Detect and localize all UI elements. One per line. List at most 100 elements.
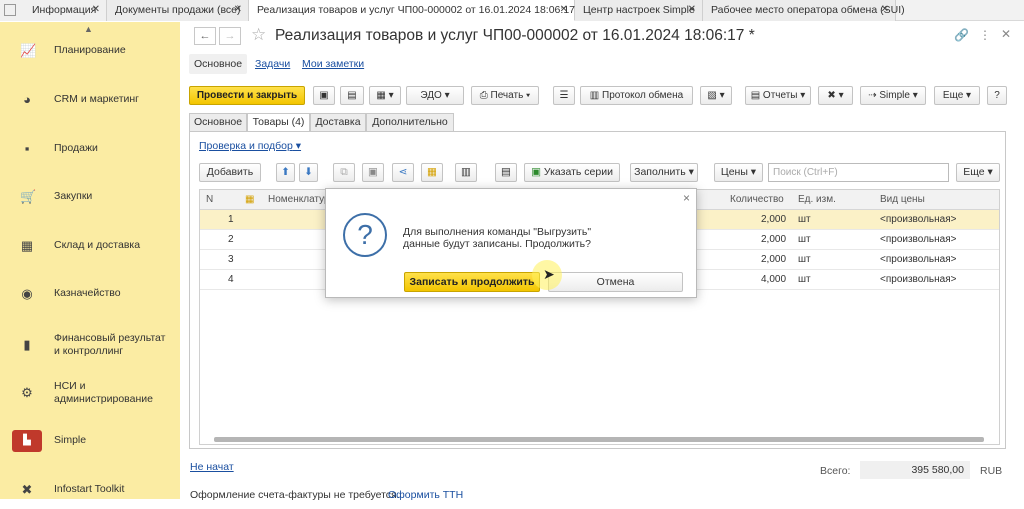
attachments-icon[interactable]: ▧ ▾ — [700, 86, 732, 105]
tab-label: Информация — [32, 4, 97, 16]
column-header-n[interactable]: N — [206, 194, 213, 205]
tab-label: Центр настроек Simple — [583, 4, 695, 16]
sidebar-item-toolkit[interactable]: ✖ Infostart Toolkit — [0, 469, 180, 509]
cell-unit: шт — [798, 234, 811, 245]
cell-unit: шт — [798, 214, 811, 225]
tab-information[interactable]: Информация ✕ — [0, 0, 107, 21]
save-and-continue-button[interactable]: Записать и продолжить — [404, 272, 540, 292]
table-icon[interactable]: ▤ — [495, 163, 517, 182]
print-button[interactable]: ⎙ Печать ▾ — [471, 86, 539, 105]
sidebar-item-label: Infostart Toolkit — [54, 483, 125, 495]
tab-simple-settings[interactable]: Центр настроек Simple ✕ — [575, 0, 703, 21]
cell-price-type: <произвольная> — [880, 254, 957, 265]
search-input[interactable]: Поиск (Ctrl+F) — [768, 163, 949, 182]
sidebar-item-warehouse[interactable]: ▦ Склад и доставка — [0, 225, 180, 265]
close-icon[interactable]: ✕ — [688, 0, 696, 20]
cell-quantity: 2,000 — [761, 254, 787, 265]
save-icon[interactable]: ▣ — [313, 86, 335, 105]
sidebar-item-label: Планирование — [54, 44, 126, 56]
move-down-icon[interactable]: ⬇ — [299, 163, 318, 182]
sidebar-item-purchases[interactable]: 🛒 Закупки — [0, 176, 180, 216]
bar-chart-icon: ▮ — [23, 337, 31, 352]
more-label: Еще — [942, 90, 964, 101]
tab-main[interactable]: Основное — [189, 113, 247, 131]
sidebar-item-label: Финансовый результат и контроллинг — [54, 332, 166, 357]
set-series-button[interactable]: ▣ Указать серии — [524, 163, 620, 182]
exchange-log-button[interactable]: ▥ Протокол обмена — [580, 86, 693, 105]
more-button[interactable]: Еще ▾ — [956, 163, 1000, 182]
folder-icon[interactable]: ▦ — [421, 163, 443, 182]
cell-unit: шт — [798, 254, 811, 265]
tab-label: Документы продажи (все) — [115, 4, 241, 16]
column-header-quantity[interactable]: Количество — [730, 194, 784, 205]
tab-sales-realization[interactable]: Реализация товаров и услуг ЧП00-000002 о… — [249, 0, 582, 21]
sidebar-item-planning[interactable]: 📈 Планирование — [0, 30, 180, 70]
create-based-icon[interactable]: ▦ ▾ — [369, 86, 401, 105]
column-header-unit[interactable]: Ед. изм. — [798, 194, 836, 205]
more-vertical-icon[interactable]: ⋮ — [979, 28, 991, 42]
tab-sales-documents[interactable]: Документы продажи (все) ✕ — [107, 0, 249, 21]
section-tasks[interactable]: Задачи — [255, 58, 290, 70]
section-main[interactable]: Основное — [189, 54, 248, 74]
help-button[interactable]: ? — [987, 86, 1007, 105]
journal-icon[interactable]: ☰ — [553, 86, 575, 105]
forward-button[interactable]: → — [219, 27, 241, 45]
sidebar-item-nsi[interactable]: ⚙ НСИ и администрирование — [0, 372, 180, 412]
create-ttn-link[interactable]: Оформить ТТН — [388, 489, 463, 501]
tab-additional[interactable]: Дополнительно — [366, 113, 454, 131]
sidebar-item-label: Закупки — [54, 190, 93, 202]
simple-logo-icon: ▙ — [12, 430, 42, 452]
sidebar-item-sales[interactable]: ▪ Продажи — [0, 128, 180, 168]
close-icon[interactable]: ✕ — [234, 0, 242, 20]
sidebar-item-crm[interactable]: ◕ CRM и маркетинг — [0, 79, 180, 119]
move-up-icon[interactable]: ⬆ — [276, 163, 295, 182]
set-series-label: Указать серии — [543, 166, 613, 178]
post-icon[interactable]: ▤ — [340, 86, 364, 105]
print-label: Печать — [490, 90, 524, 101]
page-title: Реализация товаров и услуг ЧП00-000002 о… — [275, 27, 755, 44]
tab-label: Реализация товаров и услуг ЧП00-000002 о… — [257, 4, 582, 16]
cell-n: 1 — [228, 214, 234, 225]
column-header-price-type[interactable]: Вид цены — [880, 194, 925, 205]
tools-icon[interactable]: ✖ ▾ — [818, 86, 853, 105]
prices-label: Цены — [720, 166, 748, 178]
link-icon[interactable]: 🔗 — [954, 28, 969, 42]
simple-button[interactable]: ⇢ Simple ▾ — [860, 86, 926, 105]
close-icon[interactable]: ✕ — [560, 0, 568, 20]
status-link[interactable]: Не начат — [190, 461, 234, 473]
favorite-star-icon[interactable]: ☆ — [251, 25, 266, 45]
settings-icon[interactable]: ▦ — [245, 194, 254, 205]
horizontal-scrollbar[interactable] — [214, 437, 984, 442]
close-icon[interactable]: × — [683, 191, 690, 205]
close-icon[interactable]: ✕ — [881, 0, 889, 20]
edo-button[interactable]: ЭДО ▾ — [406, 86, 464, 105]
prices-button[interactable]: Цены ▾ — [714, 163, 763, 182]
sidebar-item-simple[interactable]: ▙ Simple — [0, 420, 180, 460]
close-icon[interactable]: ✕ — [92, 0, 100, 20]
add-row-button[interactable]: Добавить — [199, 163, 261, 182]
copy-icon[interactable]: ⧉ — [333, 163, 355, 182]
section-notes[interactable]: Мои заметки — [302, 58, 364, 70]
sidebar-item-finance[interactable]: ▮ Финансовый результат и контроллинг — [0, 324, 180, 364]
back-button[interactable]: ← — [194, 27, 216, 45]
tab-delivery[interactable]: Доставка — [310, 113, 366, 131]
tab-exchange-workplace[interactable]: Рабочее место оператора обмена (SUI) ✕ — [703, 0, 905, 21]
barcode-icon[interactable]: ▥ — [455, 163, 477, 182]
cell-n: 3 — [228, 254, 234, 265]
cancel-button[interactable]: Отмена — [548, 272, 683, 292]
share-icon[interactable]: ⋖ — [392, 163, 414, 182]
check-and-pick-link[interactable]: Проверка и подбор ▾ — [199, 140, 301, 152]
tab-label: Рабочее место оператора обмена (SUI) — [711, 4, 905, 16]
total-value: 395 580,00 — [860, 461, 970, 479]
post-and-close-button[interactable]: Провести и закрыть — [189, 86, 305, 105]
cell-price-type: <произвольная> — [880, 274, 957, 285]
grid-icon: ▦ — [20, 238, 34, 253]
close-icon[interactable]: ✕ — [1001, 27, 1011, 41]
sidebar-item-treasury[interactable]: ◉ Казначейство — [0, 273, 180, 313]
fill-button[interactable]: Заполнить ▾ — [630, 163, 698, 182]
tab-goods[interactable]: Товары (4) — [247, 113, 310, 132]
reports-label: Отчеты — [762, 90, 798, 101]
more-button[interactable]: Еще ▾ — [934, 86, 980, 105]
paste-icon[interactable]: ▣ — [362, 163, 384, 182]
reports-button[interactable]: ▤ Отчеты ▾ — [745, 86, 811, 105]
